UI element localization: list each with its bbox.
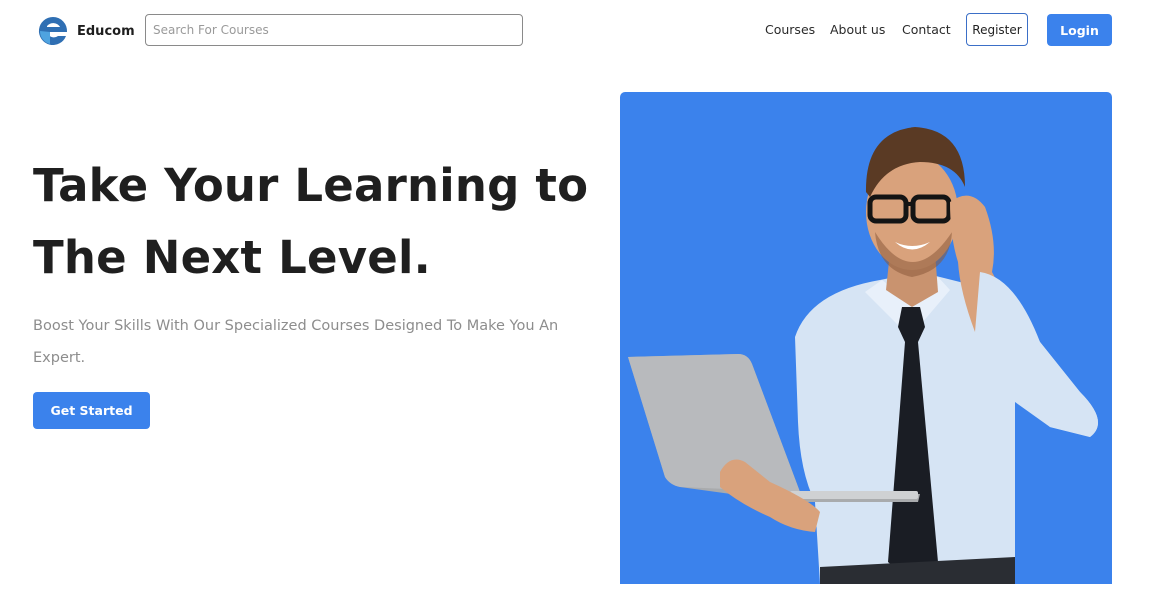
nav-link-about-us[interactable]: About us [830,14,885,46]
get-started-button[interactable]: Get Started [33,392,150,429]
nav-link-contact[interactable]: Contact [902,14,951,46]
educom-logo-icon [38,16,68,45]
hero-title-line-2: The Next Level. [33,231,431,284]
hero-subtitle: Boost Your Skills With Our Specialized C… [33,318,559,366]
hero-title: Take Your Learning to The Next Level. [33,150,593,294]
brand-name: Educom [77,23,135,39]
hero-image [620,92,1112,584]
brand-logo-link[interactable]: Educom [36,13,135,49]
navbar: Educom Courses About us Contact Register… [0,0,1155,62]
search-input[interactable] [145,14,523,46]
man-with-laptop-illustration [628,127,1098,584]
hero-title-line-1: Take Your Learning to [33,159,589,212]
register-button[interactable]: Register [966,13,1028,46]
nav-link-courses[interactable]: Courses [765,14,815,46]
login-button[interactable]: Login [1047,14,1112,46]
